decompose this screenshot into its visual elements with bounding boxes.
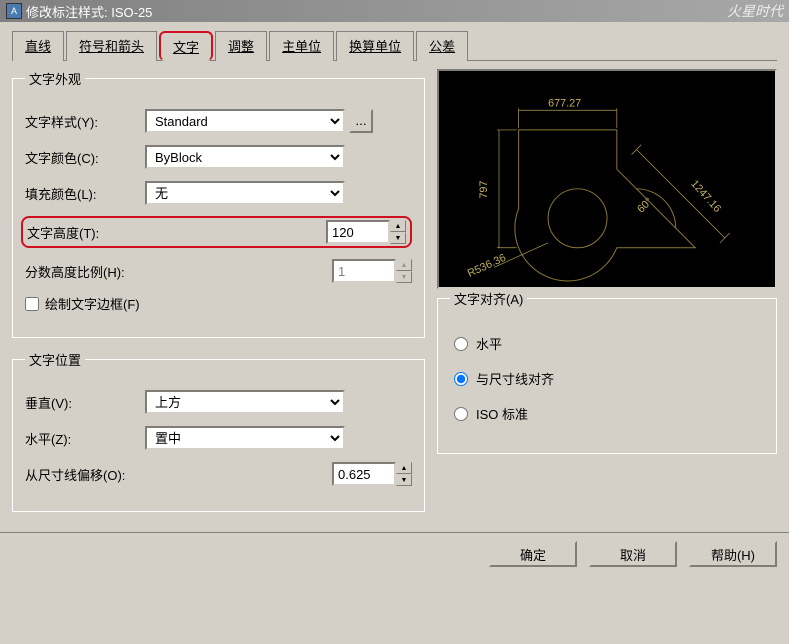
radio-label-iso: ISO 标准	[476, 404, 528, 423]
tab-text[interactable]: 文字	[159, 31, 213, 61]
select-text-style[interactable]: Standard	[145, 109, 345, 133]
select-vertical[interactable]: 上方	[145, 390, 345, 414]
select-horizontal[interactable]: 置中	[145, 426, 345, 450]
input-offset[interactable]	[332, 462, 396, 486]
window-title: 修改标注样式: ISO-25	[26, 2, 152, 21]
select-fill-color[interactable]: 无	[145, 181, 345, 205]
group-placement: 文字位置 垂直(V): 上方 水平(Z): 置中	[12, 350, 425, 512]
radio-label-aligned: 与尺寸线对齐	[476, 369, 554, 388]
fraction-down-button: ▼	[396, 271, 412, 283]
titlebar: A 修改标注样式: ISO-25 火星时代	[0, 0, 789, 22]
fraction-up-button: ▲	[396, 259, 412, 271]
height-down-button[interactable]: ▼	[390, 232, 406, 244]
radio-row-iso[interactable]: ISO 标准	[454, 404, 760, 423]
tab-alternate[interactable]: 换算单位	[336, 31, 414, 61]
cancel-button[interactable]: 取消	[589, 541, 677, 567]
help-button[interactable]: 帮助(H)	[689, 541, 777, 567]
tab-tolerance[interactable]: 公差	[416, 31, 468, 61]
tab-fit[interactable]: 调整	[215, 31, 267, 61]
checkbox-text-frame[interactable]	[25, 297, 39, 311]
label-text-height: 文字高度(T):	[27, 223, 147, 242]
label-text-style: 文字样式(Y):	[25, 112, 145, 131]
preview-dim-diag: 1247.16	[688, 178, 723, 215]
preview-dim-left: 797	[478, 181, 490, 199]
legend-appearance: 文字外观	[25, 69, 85, 88]
legend-placement: 文字位置	[25, 350, 85, 369]
tab-strip: 直线 符号和箭头 文字 调整 主单位 换算单位 公差	[12, 30, 777, 61]
radio-row-horizontal[interactable]: 水平	[454, 334, 760, 353]
radio-horizontal[interactable]	[454, 337, 468, 351]
group-alignment: 文字对齐(A) 水平 与尺寸线对齐 ISO 标准	[437, 289, 777, 454]
tab-line[interactable]: 直线	[12, 31, 64, 61]
tab-primary[interactable]: 主单位	[269, 31, 334, 61]
label-text-color: 文字颜色(C):	[25, 148, 145, 167]
preview-dim-radius: R536.36	[466, 252, 508, 280]
height-up-button[interactable]: ▲	[390, 220, 406, 232]
offset-down-button[interactable]: ▼	[396, 474, 412, 486]
group-appearance: 文字外观 文字样式(Y): Standard ... 文字颜色(C): By	[12, 69, 425, 338]
preview-dim-angle: 60°	[635, 195, 655, 215]
label-horizontal: 水平(Z):	[25, 429, 145, 448]
app-icon: A	[6, 3, 22, 19]
radio-label-horizontal: 水平	[476, 334, 502, 353]
radio-row-aligned[interactable]: 与尺寸线对齐	[454, 369, 760, 388]
label-offset: 从尺寸线偏移(O):	[25, 465, 145, 484]
label-fraction-scale: 分数高度比例(H):	[25, 262, 145, 281]
text-style-more-button[interactable]: ...	[349, 109, 373, 133]
label-fill-color: 填充颜色(L):	[25, 184, 145, 203]
preview-dim-top: 677.27	[548, 97, 581, 109]
legend-alignment: 文字对齐(A)	[450, 289, 527, 308]
label-text-frame: 绘制文字边框(F)	[45, 294, 140, 313]
offset-up-button[interactable]: ▲	[396, 462, 412, 474]
button-bar: 确定 取消 帮助(H)	[0, 532, 789, 575]
radio-iso[interactable]	[454, 407, 468, 421]
input-fraction-scale	[332, 259, 396, 283]
input-text-height[interactable]	[326, 220, 390, 244]
dimension-preview: 677.27 797 R536.36 60° 1247.16	[437, 69, 777, 289]
ok-button[interactable]: 确定	[489, 541, 577, 567]
radio-aligned[interactable]	[454, 372, 468, 386]
watermark: 火星时代	[727, 1, 783, 21]
label-vertical: 垂直(V):	[25, 393, 145, 412]
select-text-color[interactable]: ByBlock	[145, 145, 345, 169]
tab-symbols[interactable]: 符号和箭头	[66, 31, 157, 61]
